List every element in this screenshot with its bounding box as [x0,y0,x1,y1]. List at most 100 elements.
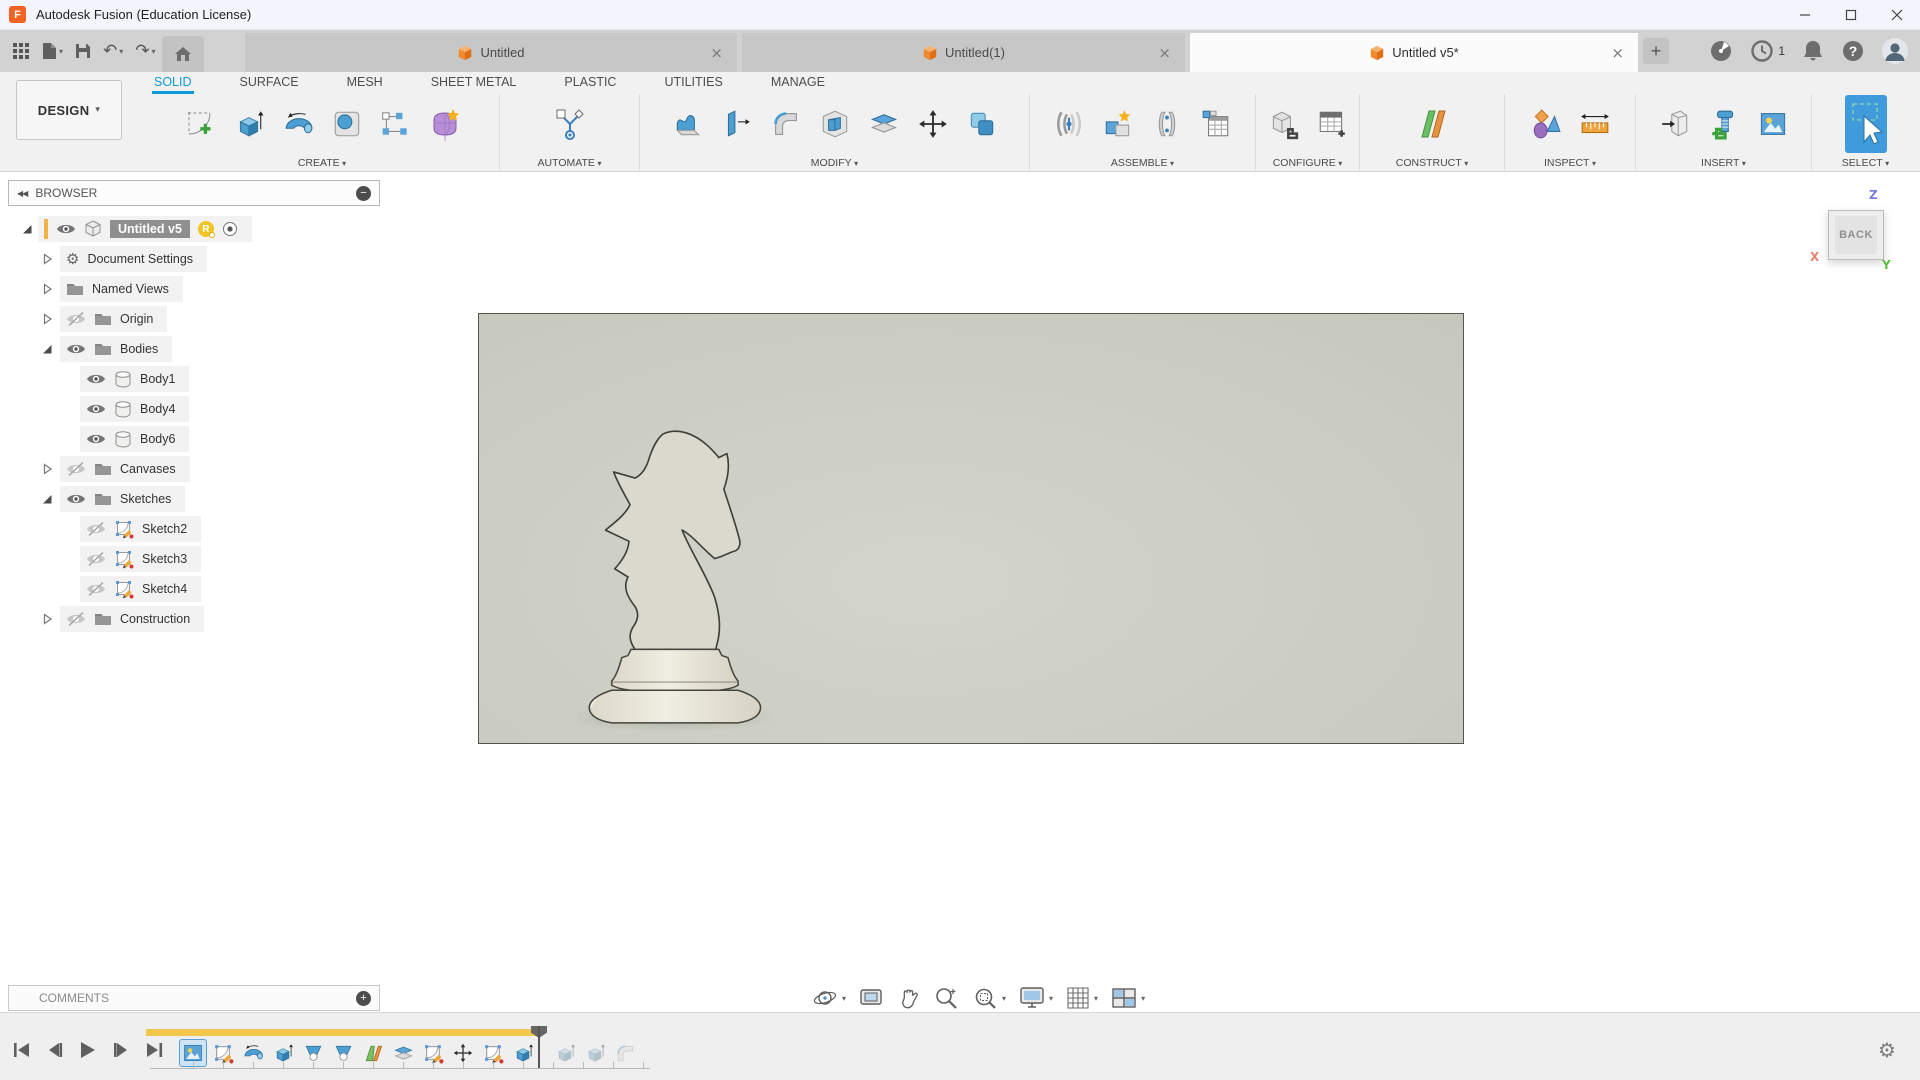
insert-canvas-button[interactable] [1751,96,1795,152]
group-label-modify[interactable]: MODIFY [640,157,1029,169]
browser-row-named-views[interactable]: Named Views [8,275,183,303]
browser-row-root[interactable]: Untitled v5 R [8,215,252,243]
group-label-construct[interactable]: CONSTRUCT [1360,157,1504,169]
group-label-assemble[interactable]: ASSEMBLE [1030,157,1255,169]
look-at-button[interactable] [859,987,883,1009]
visibility-eye-icon[interactable] [66,492,86,506]
visibility-eye-off-icon[interactable] [66,312,86,326]
maximize-button[interactable] [1828,0,1874,30]
rectangular-pattern-button[interactable] [374,96,418,152]
joint-origin-button[interactable] [1047,96,1091,152]
redo-button[interactable]: ↷ ▾ [129,34,161,68]
visibility-eye-off-icon[interactable] [86,522,106,536]
expand-open-icon[interactable] [20,222,34,236]
help-icon[interactable]: ? [1841,39,1865,63]
orbit-button[interactable]: ▾ [812,985,846,1011]
browser-row-body6[interactable]: Body6 [8,425,189,453]
browser-row-sketches[interactable]: Sketches [8,485,185,513]
fillet-button[interactable] [764,96,808,152]
step-forward-button[interactable] [109,1038,133,1062]
undo-button[interactable]: ↶ ▾ [97,34,129,68]
step-back-button[interactable] [43,1038,67,1062]
tab-mesh[interactable]: MESH [345,72,385,94]
tab-manage[interactable]: MANAGE [769,72,827,94]
move-copy-button[interactable] [911,96,955,152]
extensions-icon[interactable] [1709,39,1733,63]
configuration-button[interactable] [1261,96,1305,152]
press-pull-button[interactable] [666,96,710,152]
collapse-panel-icon[interactable]: ◀◀ [17,189,27,198]
visibility-eye-icon[interactable] [66,342,86,356]
add-comment-button[interactable]: + [356,991,371,1006]
tab-surface[interactable]: SURFACE [238,72,301,94]
revolve-button[interactable] [276,96,320,152]
file-menu-button[interactable]: ▾ [36,34,69,68]
create-form-button[interactable] [423,96,467,152]
app-grid-icon[interactable] [6,34,36,68]
job-status-button[interactable]: 1 [1750,39,1785,63]
play-button[interactable] [76,1038,100,1062]
document-tab-untitled-v5[interactable]: Untitled v5* × [1190,33,1638,72]
joint-button[interactable] [1145,96,1189,152]
view-cube[interactable]: BACK [1828,210,1884,260]
configuration-table-button[interactable] [1310,96,1354,152]
group-label-automate[interactable]: AUTOMATE [500,157,639,169]
preferences-gear-icon[interactable]: ⚙ [1878,1038,1896,1062]
bom-table-button[interactable] [1194,96,1238,152]
tab-sheet-metal[interactable]: SHEET METAL [429,72,519,94]
visibility-eye-icon[interactable] [86,432,106,446]
close-tab-icon[interactable]: × [1611,44,1624,62]
combine-button[interactable] [960,96,1004,152]
expand-open-icon[interactable] [40,342,54,356]
root-component-label[interactable]: Untitled v5 [110,220,190,238]
close-tab-icon[interactable]: × [710,44,723,62]
visibility-eye-off-icon[interactable] [86,582,106,596]
go-to-start-button[interactable] [10,1038,34,1062]
grid-display-button[interactable]: ▾ [1066,986,1098,1010]
expand-closed-icon[interactable] [40,252,54,266]
browser-minimize-button[interactable]: − [356,186,371,201]
new-component-button[interactable] [1096,96,1140,152]
expand-closed-icon[interactable] [40,282,54,296]
group-label-insert[interactable]: INSERT [1636,157,1811,169]
create-sketch-button[interactable] [178,96,222,152]
browser-row-sketch2[interactable]: Sketch2 [8,515,201,543]
group-label-inspect[interactable]: INSPECT [1505,157,1635,169]
visibility-eye-icon[interactable] [86,402,106,416]
expand-open-icon[interactable] [40,492,54,506]
expand-closed-icon[interactable] [40,462,54,476]
viewports-button[interactable]: ▾ [1111,987,1145,1009]
browser-row-sketch4[interactable]: Sketch4 [8,575,201,603]
fit-button[interactable]: ▾ [972,985,1006,1011]
notifications-bell-icon[interactable] [1802,39,1824,63]
offset-face-button[interactable] [715,96,759,152]
pan-button[interactable] [896,986,920,1010]
shell-button[interactable] [813,96,857,152]
group-label-configure[interactable]: CONFIGURE [1256,157,1359,169]
browser-row-bodies[interactable]: Bodies [8,335,172,363]
group-label-create[interactable]: CREATE [145,157,499,169]
measure-button[interactable] [1524,96,1568,152]
expand-closed-icon[interactable] [40,312,54,326]
comments-panel[interactable]: COMMENTS + [8,985,380,1011]
browser-row-body1[interactable]: Body1 [8,365,189,393]
visibility-eye-off-icon[interactable] [86,552,106,566]
user-avatar[interactable] [1882,38,1908,64]
browser-row-construction[interactable]: Construction [8,605,204,633]
browser-row-canvases[interactable]: Canvases [8,455,190,483]
interference-ruler-button[interactable] [1573,96,1617,152]
visibility-eye-off-icon[interactable] [66,462,86,476]
view-cube-face[interactable]: BACK [1835,216,1877,254]
close-tab-icon[interactable]: × [1158,44,1171,62]
split-body-button[interactable] [862,96,906,152]
browser-row-sketch3[interactable]: Sketch3 [8,545,201,573]
construct-plane-button[interactable] [1410,96,1454,152]
visibility-eye-icon[interactable] [56,222,76,236]
hole-button[interactable] [325,96,369,152]
visibility-eye-icon[interactable] [86,372,106,386]
tab-solid[interactable]: SOLID [152,72,194,94]
new-tab-button[interactable]: + [1643,38,1669,64]
tab-utilities[interactable]: UTILITIES [662,72,724,94]
document-tab-untitled1[interactable]: Untitled(1) × [742,33,1185,72]
minimize-button[interactable] [1782,0,1828,30]
